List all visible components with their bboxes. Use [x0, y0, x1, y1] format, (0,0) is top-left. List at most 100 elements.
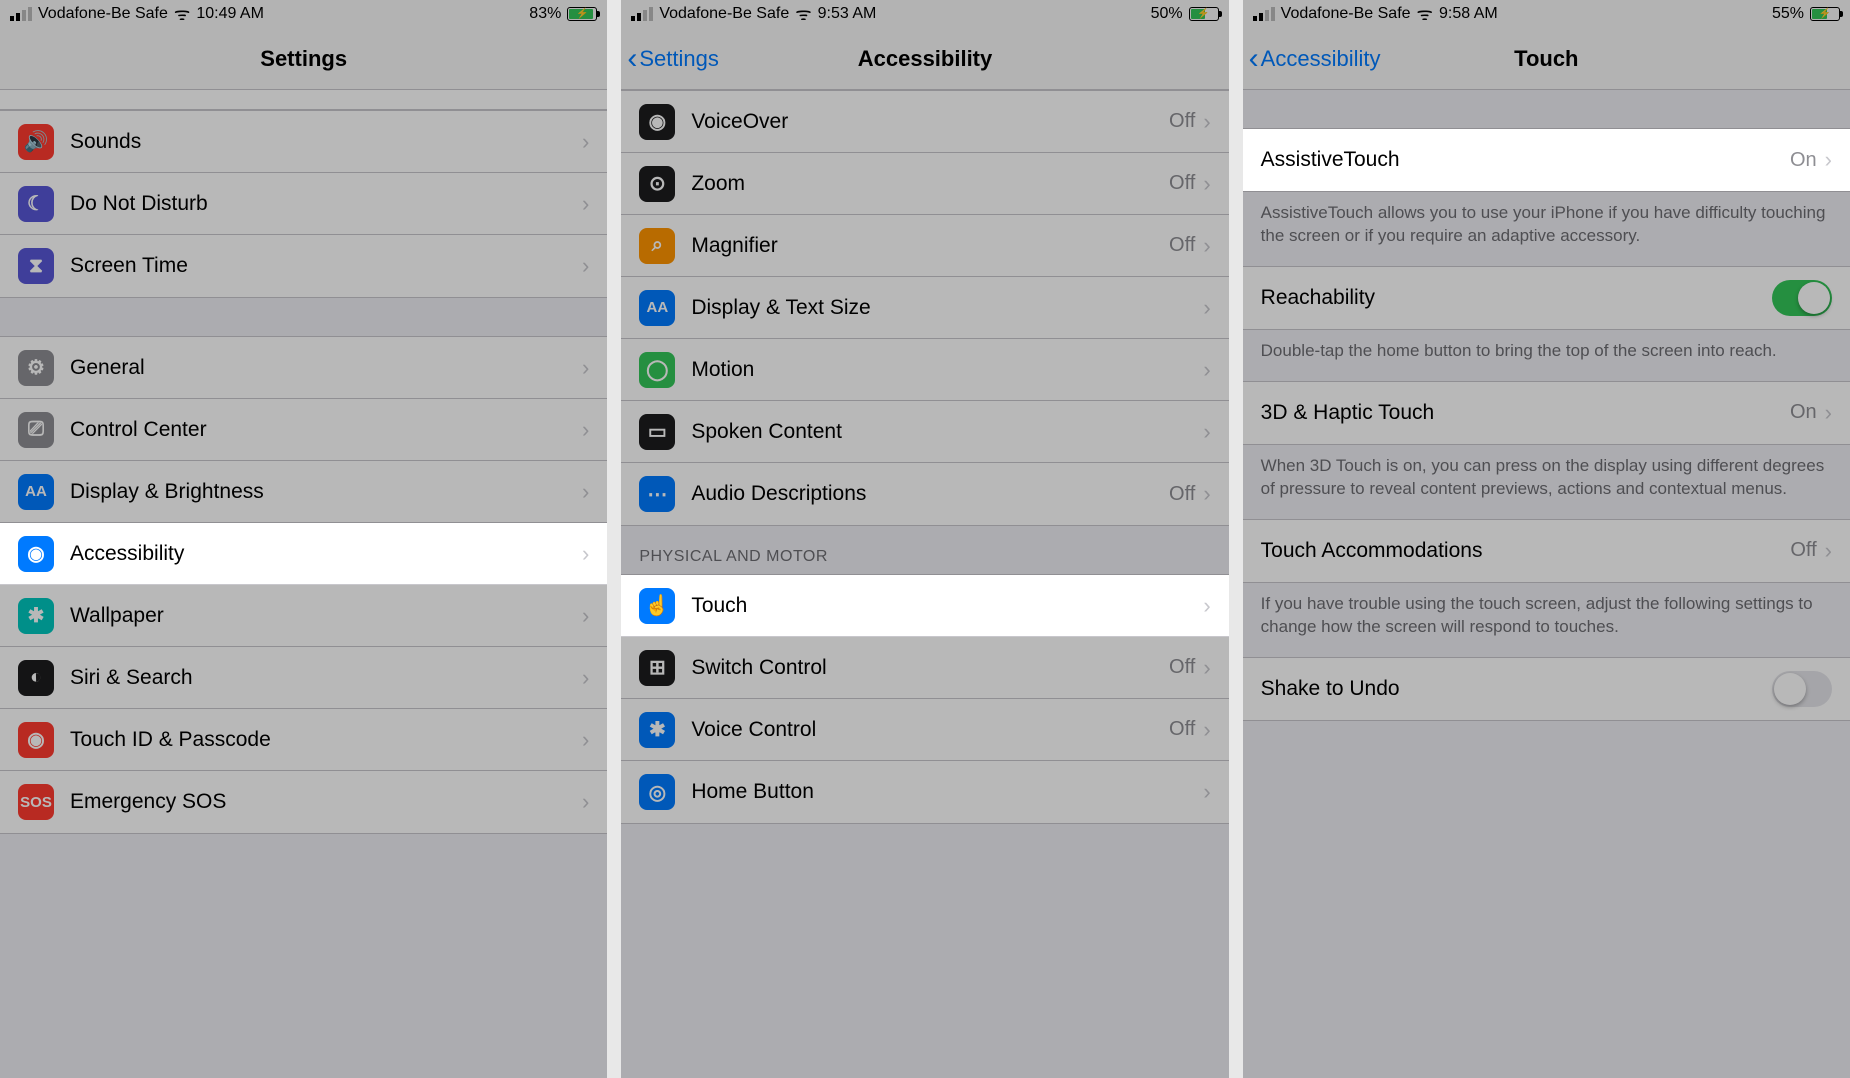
settings-row-wallpaper[interactable]: ✱Wallpaper›: [0, 585, 607, 647]
toggle-switch[interactable]: [1772, 280, 1832, 316]
battery-pct: 83%: [529, 5, 561, 23]
spoken-icon: ▭: [639, 414, 675, 450]
nav-title: Settings: [260, 46, 347, 72]
chevron-right-icon: ›: [582, 417, 589, 443]
settings-row-display-brightness[interactable]: AADisplay & Brightness›: [0, 461, 607, 523]
row-label: Reachability: [1261, 286, 1772, 310]
row-label: General: [70, 356, 582, 380]
nav-bar: ‹Accessibility Touch: [1243, 28, 1850, 90]
chevron-right-icon: ›: [1203, 419, 1210, 445]
partial-row: [0, 90, 607, 110]
settings-row-do-not-disturb[interactable]: ☾Do Not Disturb›: [0, 173, 607, 235]
zoom-icon: ⊙: [639, 166, 675, 202]
chevron-right-icon: ›: [1203, 481, 1210, 507]
battery-icon: ⚡: [567, 7, 597, 21]
flower-icon: ✱: [18, 598, 54, 634]
access-icon: ◉: [18, 536, 54, 572]
row-value: Off: [1790, 539, 1816, 562]
battery-pct: 55%: [1772, 5, 1804, 23]
settings-row-home-button[interactable]: ◎ Home Button›: [621, 761, 1228, 823]
chevron-right-icon: ›: [1825, 538, 1832, 564]
chevron-right-icon: ›: [582, 479, 589, 505]
settings-row-screen-time[interactable]: ⧗Screen Time›: [0, 235, 607, 297]
gear-icon: ⚙: [18, 350, 54, 386]
battery-icon: ⚡: [1189, 7, 1219, 21]
status-bar: Vodafone-Be Safe ᯤ 9:58 AM 55% ⚡: [1243, 0, 1850, 28]
home-icon: ◎: [639, 774, 675, 810]
row-label: Touch Accommodations: [1261, 539, 1791, 563]
row-label: Audio Descriptions: [691, 482, 1169, 506]
row-value: Off: [1169, 110, 1195, 133]
row-label: Home Button: [691, 780, 1203, 804]
time-text: 10:49 AM: [196, 5, 264, 23]
battery-pct: 50%: [1151, 5, 1183, 23]
settings-row-display-text-size[interactable]: AADisplay & Text Size›: [621, 277, 1228, 339]
carrier-text: Vodafone-Be Safe: [38, 5, 168, 23]
settings-row-emergency-sos[interactable]: SOSEmergency SOS›: [0, 771, 607, 833]
settings-row-shake-to-undo[interactable]: Shake to Undo: [1243, 658, 1850, 720]
settings-row-zoom[interactable]: ⊙ZoomOff›: [621, 153, 1228, 215]
chevron-right-icon: ›: [1825, 400, 1832, 426]
row-label: Display & Text Size: [691, 296, 1203, 320]
settings-row-touch[interactable]: ☝Touch›: [621, 575, 1228, 637]
settings-row-3d-haptic-touch[interactable]: 3D & Haptic TouchOn›: [1243, 382, 1850, 444]
row-label: Touch: [691, 594, 1203, 618]
row-label: Motion: [691, 358, 1203, 382]
nav-bar: Settings: [0, 28, 607, 90]
settings-row-reachability[interactable]: Reachability: [1243, 267, 1850, 329]
settings-row-general[interactable]: ⚙ General›: [0, 337, 607, 399]
chevron-right-icon: ›: [1203, 171, 1210, 197]
settings-row-motion[interactable]: ◯Motion›: [621, 339, 1228, 401]
screen-accessibility: Vodafone-Be Safe ᯤ 9:53 AM 50% ⚡ ‹Settin…: [621, 0, 1228, 1078]
settings-row-voice-control[interactable]: ✱Voice ControlOff›: [621, 699, 1228, 761]
settings-row-control-center[interactable]: ⎚Control Center›: [0, 399, 607, 461]
row-value: On: [1790, 401, 1817, 424]
settings-row-switch-control[interactable]: ⊞Switch ControlOff›: [621, 637, 1228, 699]
audiodesc-icon: ⋯: [639, 476, 675, 512]
settings-row-assistivetouch[interactable]: AssistiveTouchOn›: [1243, 129, 1850, 191]
chevron-left-icon: ‹: [627, 44, 637, 74]
signal-icon: [631, 7, 653, 21]
chevron-right-icon: ›: [582, 355, 589, 381]
chevron-right-icon: ›: [1203, 779, 1210, 805]
chevron-right-icon: ›: [1203, 717, 1210, 743]
row-label: Magnifier: [691, 234, 1169, 258]
row-label: AssistiveTouch: [1261, 148, 1790, 172]
settings-row-accessibility[interactable]: ◉Accessibility›: [0, 523, 607, 585]
settings-row-siri-search[interactable]: ◐Siri & Search›: [0, 647, 607, 709]
row-label: Spoken Content: [691, 420, 1203, 444]
wifi-icon: ᯤ: [1417, 2, 1433, 26]
sos-icon: SOS: [18, 784, 54, 820]
motion-icon: ◯: [639, 352, 675, 388]
settings-row-touch-id-passcode[interactable]: ◉Touch ID & Passcode›: [0, 709, 607, 771]
screen-settings: Vodafone-Be Safe ᯤ 10:49 AM 83% ⚡ Settin…: [0, 0, 607, 1078]
settings-row-voiceover[interactable]: ◉ VoiceOverOff ›: [621, 91, 1228, 153]
toggle-switch[interactable]: [1772, 671, 1832, 707]
settings-row-touch-accommodations[interactable]: Touch AccommodationsOff ›: [1243, 520, 1850, 582]
chevron-right-icon: ›: [1825, 147, 1832, 173]
carrier-text: Vodafone-Be Safe: [1281, 5, 1411, 23]
row-label: VoiceOver: [691, 110, 1169, 134]
battery-icon: ⚡: [1810, 7, 1840, 21]
row-label: Touch ID & Passcode: [70, 728, 582, 752]
nav-title: Accessibility: [858, 46, 993, 72]
voice-icon: ✱: [639, 712, 675, 748]
settings-row-spoken-content[interactable]: ▭ Spoken Content›: [621, 401, 1228, 463]
aa-icon: AA: [18, 474, 54, 510]
chevron-right-icon: ›: [1203, 295, 1210, 321]
row-label: Zoom: [691, 172, 1169, 196]
row-label: Screen Time: [70, 254, 582, 278]
hourglass-icon: ⧗: [18, 248, 54, 284]
settings-row-sounds[interactable]: 🔊Sounds›: [0, 111, 607, 173]
row-label: Switch Control: [691, 656, 1169, 680]
nav-back-button[interactable]: ‹Accessibility: [1249, 44, 1381, 74]
sound-icon: 🔊: [18, 124, 54, 160]
chevron-right-icon: ›: [582, 727, 589, 753]
chevron-right-icon: ›: [1203, 233, 1210, 259]
chevron-right-icon: ›: [1203, 109, 1210, 135]
settings-row-audio-descriptions[interactable]: ⋯Audio DescriptionsOff›: [621, 463, 1228, 525]
voiceover-icon: ◉: [639, 104, 675, 140]
nav-back-button[interactable]: ‹Settings: [627, 44, 719, 74]
row-value: Off: [1169, 656, 1195, 679]
settings-row-magnifier[interactable]: ⌕MagnifierOff›: [621, 215, 1228, 277]
